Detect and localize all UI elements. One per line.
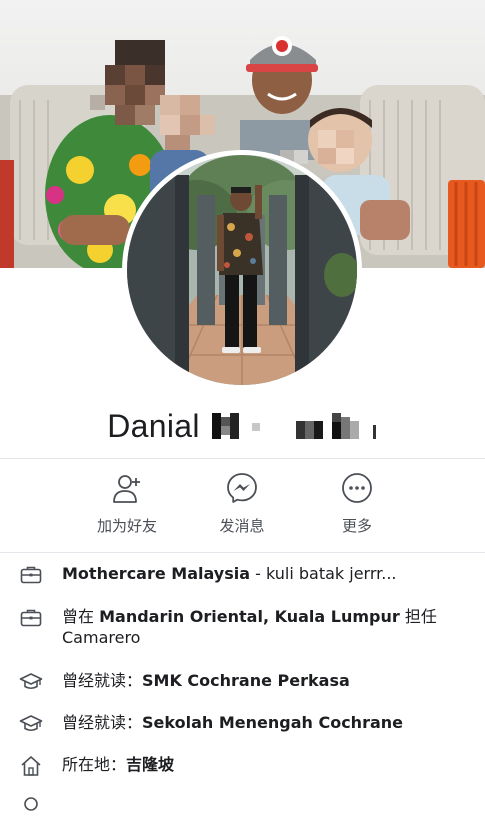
profile-picture-image <box>127 155 357 385</box>
message-label: 发消息 <box>219 517 265 535</box>
graduation-cap-icon <box>19 715 43 732</box>
profile-name: Danial <box>0 404 485 448</box>
graduation-cap-icon <box>19 673 43 690</box>
more-button[interactable]: 更多 <box>302 471 412 543</box>
name-redacted-pixels <box>211 413 378 439</box>
education-2-school[interactable]: Sekolah Menengah Cochrane <box>142 713 403 732</box>
education-2-text: 曾经就读：Sekolah Menengah Cochrane <box>62 712 455 733</box>
more-icon <box>342 473 372 503</box>
messenger-icon <box>227 473 257 503</box>
more-label: 更多 <box>341 517 372 535</box>
profile-picture[interactable] <box>122 150 362 390</box>
education-1-prefix: 曾经就读： <box>62 671 143 690</box>
location-pin-icon <box>24 797 38 811</box>
education-1-text: 曾经就读：SMK Cochrane Perkasa <box>62 670 455 691</box>
work-current-employer[interactable]: Mothercare Malaysia <box>62 564 250 583</box>
education-1-school[interactable]: SMK Cochrane Perkasa <box>142 671 350 690</box>
work-current-text: Mothercare Malaysia - kuli batak jerrr..… <box>62 563 455 584</box>
location-text: 所在地：吉隆坡 <box>62 754 455 775</box>
home-icon <box>21 756 41 776</box>
add-friend-icon <box>113 475 140 503</box>
profile-actions: 加为好友 发消息 更多 <box>0 471 485 543</box>
work-past-prefix: 曾在 <box>62 607 100 626</box>
add-friend-label: 加为好友 <box>96 517 157 535</box>
briefcase-icon <box>20 566 42 584</box>
work-past-middle: 担任 <box>399 607 437 626</box>
education-2-prefix: 曾经就读： <box>62 713 143 732</box>
add-friend-button[interactable]: 加为好友 <box>72 471 182 543</box>
location-prefix: 所在地： <box>62 755 127 774</box>
work-past-employer[interactable]: Mandarin Oriental, Kuala Lumpur <box>99 607 400 626</box>
work-past-text: 曾在 Mandarin Oriental, Kuala Lumpur 担任 Ca… <box>62 606 455 648</box>
profile-first-name: Danial <box>107 407 200 444</box>
work-current-suffix: - kuli batak jerrr... <box>250 564 397 583</box>
briefcase-icon <box>20 609 42 627</box>
location-city[interactable]: 吉隆坡 <box>126 755 174 774</box>
divider-top <box>0 458 485 459</box>
work-past-position: Camarero <box>62 628 141 647</box>
message-button[interactable]: 发消息 <box>187 471 297 543</box>
divider-bottom <box>0 552 485 553</box>
